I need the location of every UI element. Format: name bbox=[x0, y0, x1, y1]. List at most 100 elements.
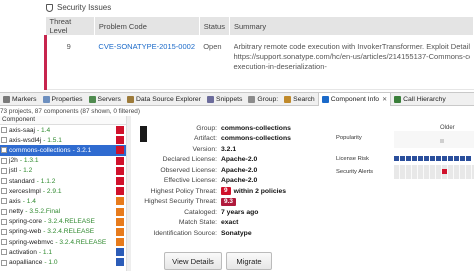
tab-search[interactable]: Search bbox=[281, 93, 318, 106]
component-info-panel: Group: commons-collections Artifact: common… bbox=[136, 123, 326, 239]
tab-servers[interactable]: Servers bbox=[86, 93, 124, 106]
license-risk-cell[interactable] bbox=[412, 156, 417, 161]
license-risk-cell[interactable] bbox=[430, 156, 435, 161]
info-value: Apache-2.0 bbox=[221, 156, 257, 163]
list-item[interactable]: spring-web - 3.2.4.RELEASE bbox=[0, 227, 126, 237]
license-risk-cell[interactable] bbox=[394, 156, 399, 161]
component-name: spring-web bbox=[9, 228, 42, 236]
threat-flag-icon bbox=[116, 146, 124, 155]
threat-badge: 9.3 bbox=[221, 197, 236, 206]
license-risk-cells bbox=[394, 156, 471, 161]
license-risk-cell[interactable] bbox=[454, 156, 459, 161]
info-key: Observed License: bbox=[160, 166, 217, 174]
threat-flag-icon bbox=[116, 187, 124, 196]
info-value: 3.2.1 bbox=[221, 146, 236, 153]
tab-label: Group: bbox=[257, 95, 279, 103]
license-risk-cell[interactable] bbox=[442, 156, 447, 161]
tab-label: Properties bbox=[51, 95, 83, 103]
list-item[interactable]: netty - 3.5.2.Final bbox=[0, 207, 126, 217]
status-cell: Open bbox=[199, 35, 230, 90]
list-item[interactable]: axis - 1.4 bbox=[0, 196, 126, 206]
col-problem-code[interactable]: Problem Code bbox=[94, 17, 200, 35]
info-key: Version: bbox=[192, 145, 217, 153]
tab-label: Markers bbox=[12, 95, 37, 103]
popularity-marker bbox=[440, 139, 444, 143]
shield-icon bbox=[46, 3, 53, 12]
jar-icon bbox=[1, 178, 7, 185]
info-value-text: 3.2.1 bbox=[221, 145, 237, 153]
component-version: - 3.2.4.RELEASE bbox=[43, 228, 95, 236]
list-item[interactable]: jstl - 1.2 bbox=[0, 166, 126, 176]
license-risk-cell[interactable] bbox=[406, 156, 411, 161]
tab-component-info[interactable]: Component Info ✕ bbox=[317, 92, 392, 106]
security-alert-cell[interactable] bbox=[442, 169, 447, 174]
tab-label: Servers bbox=[97, 95, 121, 103]
snippets-icon bbox=[206, 95, 214, 103]
info-key: Cataloged: bbox=[184, 208, 217, 216]
jar-icon bbox=[1, 228, 7, 235]
component-version: - 3.2.4.RELEASE bbox=[55, 238, 107, 246]
close-icon[interactable]: ✕ bbox=[382, 96, 387, 103]
threat-flag-icon bbox=[116, 207, 124, 216]
list-item[interactable]: spring-webmvc - 3.2.4.RELEASE bbox=[0, 237, 126, 247]
license-risk-cell[interactable] bbox=[418, 156, 423, 161]
list-item[interactable]: xercesImpl - 2.9.1 bbox=[0, 186, 126, 196]
info-row: Effective License: Apache-2.0 bbox=[136, 176, 326, 187]
tab-properties[interactable]: Properties bbox=[40, 93, 86, 106]
search-icon bbox=[284, 95, 292, 103]
tab-label: Call Hierarchy bbox=[403, 95, 446, 103]
component-name: j2h bbox=[9, 157, 18, 165]
license-risk-cell[interactable] bbox=[460, 156, 465, 161]
tab-call-hierarchy[interactable]: Call Hierarchy bbox=[391, 93, 449, 106]
component-name: axis bbox=[9, 197, 21, 205]
database-icon bbox=[126, 95, 134, 103]
col-status[interactable]: Status bbox=[199, 17, 231, 35]
popularity-label: Popularity bbox=[336, 135, 362, 141]
list-item[interactable]: aopalliance - 1.0 bbox=[0, 257, 126, 267]
license-risk-cell[interactable] bbox=[466, 156, 471, 161]
list-item[interactable]: standard - 1.1.2 bbox=[0, 176, 126, 186]
list-item[interactable]: commons-collections - 3.2.1 bbox=[0, 145, 126, 156]
list-item[interactable]: axis-saaj - 1.4 bbox=[0, 125, 126, 135]
problem-code-link[interactable]: CVE-SONATYPE-2015-0002 bbox=[98, 42, 195, 51]
info-key: Identification Source: bbox=[153, 229, 217, 237]
migrate-button[interactable]: Migrate bbox=[226, 252, 272, 270]
jar-icon bbox=[1, 137, 7, 144]
component-name: spring-webmvc bbox=[9, 238, 54, 246]
license-risk-cell[interactable] bbox=[424, 156, 429, 161]
tab-markers[interactable]: Markers bbox=[0, 93, 40, 106]
info-value: 9 within 2 policies bbox=[221, 187, 287, 196]
summary-line: https://support.sonatype.com/hc/en-us/ar… bbox=[233, 52, 470, 61]
component-name: axis-wsdl4j bbox=[9, 136, 42, 144]
license-risk-cell[interactable] bbox=[436, 156, 441, 161]
col-threat-level[interactable]: Threat Level bbox=[45, 17, 95, 35]
info-key: Effective License: bbox=[163, 177, 217, 185]
list-item[interactable]: axis-wsdl4j - 1.5.1 bbox=[0, 135, 126, 145]
list-item[interactable]: spring-core - 3.2.4.RELEASE bbox=[0, 217, 126, 227]
tab-group[interactable]: Group: bbox=[245, 93, 281, 106]
col-summary[interactable]: Summary bbox=[229, 17, 474, 35]
view-details-button[interactable]: View Details bbox=[164, 252, 222, 270]
list-item[interactable]: j2h - 1.3.1 bbox=[0, 156, 126, 166]
license-risk-cell[interactable] bbox=[448, 156, 453, 161]
tab-snippets[interactable]: Snippets bbox=[204, 93, 245, 106]
component-version: - 3.2.4.RELEASE bbox=[43, 218, 95, 226]
license-risk-cell[interactable] bbox=[400, 156, 405, 161]
list-item[interactable]: activation - 1.1 bbox=[0, 247, 126, 257]
info-value: commons-collections bbox=[221, 135, 291, 142]
info-value-text: within 2 policies bbox=[233, 187, 287, 195]
jar-icon bbox=[1, 167, 7, 174]
version-graph: Older Popularity License Risk Security A… bbox=[334, 120, 474, 190]
component-column-header[interactable]: Component bbox=[0, 116, 126, 125]
tab-label: Data Source Explorer bbox=[135, 95, 201, 103]
component-list-scrollbar[interactable] bbox=[126, 116, 131, 271]
tab-label: Search bbox=[293, 95, 315, 103]
component-name: aopalliance bbox=[9, 259, 43, 267]
tab-data-source-explorer[interactable]: Data Source Explorer bbox=[124, 93, 204, 106]
threat-flag-icon bbox=[116, 258, 124, 267]
security-alerts-label: Security Alerts bbox=[336, 169, 374, 175]
jar-icon bbox=[1, 218, 7, 225]
summary-line: execution-in-deserialization- bbox=[233, 62, 327, 71]
component-version: - 1.2 bbox=[19, 167, 33, 175]
table-row[interactable]: 9 CVE-SONATYPE-2015-0002 Open Arbitrary … bbox=[44, 35, 474, 90]
